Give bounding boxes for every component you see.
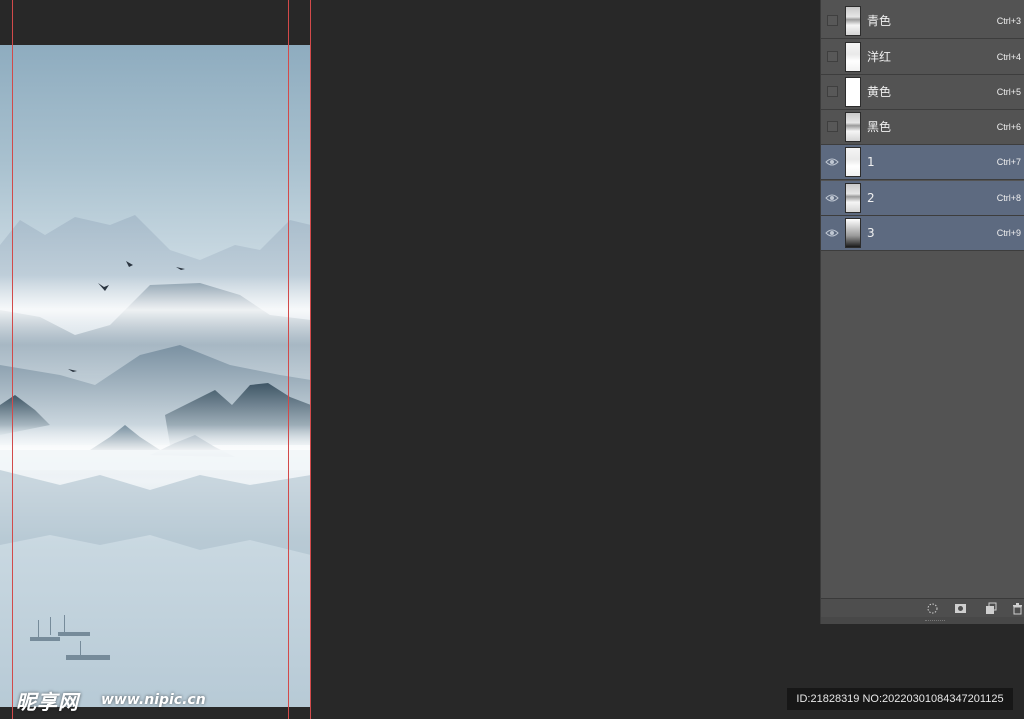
channel-shortcut: Ctrl+7 bbox=[996, 157, 1021, 167]
channel-shortcut: Ctrl+6 bbox=[996, 122, 1021, 132]
channel-row[interactable]: 黑色 Ctrl+6 bbox=[821, 110, 1024, 145]
channel-name: 2 bbox=[867, 191, 875, 205]
landscape-artwork bbox=[0, 215, 311, 660]
visibility-toggle[interactable] bbox=[827, 86, 838, 97]
channel-name: 3 bbox=[867, 226, 875, 240]
new-channel-icon[interactable] bbox=[984, 602, 997, 615]
channel-thumbnail bbox=[845, 183, 861, 213]
eye-icon[interactable] bbox=[825, 191, 839, 205]
channel-name: 洋红 bbox=[867, 50, 892, 64]
save-selection-icon[interactable] bbox=[954, 602, 967, 615]
channel-thumbnail bbox=[845, 147, 861, 177]
visibility-toggle[interactable] bbox=[827, 51, 838, 62]
channel-row[interactable]: 3 Ctrl+9 bbox=[821, 216, 1024, 251]
eye-icon[interactable] bbox=[825, 155, 839, 169]
document-canvas[interactable] bbox=[0, 45, 311, 707]
guide-line-left[interactable] bbox=[12, 0, 13, 719]
channel-thumbnail bbox=[845, 112, 861, 142]
channel-thumbnail bbox=[845, 42, 861, 72]
channel-row[interactable]: 洋红 Ctrl+4 bbox=[821, 40, 1024, 75]
watermark-site: www.nipic.cn bbox=[101, 692, 206, 708]
panel-footer bbox=[821, 598, 1024, 618]
load-selection-icon[interactable] bbox=[926, 602, 939, 615]
channel-row[interactable]: 2 Ctrl+8 bbox=[821, 181, 1024, 216]
panel-resize-grip[interactable] bbox=[821, 617, 1024, 624]
panel-empty-area bbox=[821, 252, 1024, 598]
canvas-edge-line bbox=[310, 0, 311, 719]
workspace: 昵享网 www.nipic.cn ID:21828319 NO:20220301… bbox=[0, 0, 1024, 719]
channel-thumbnail bbox=[845, 218, 861, 248]
channel-row[interactable]: 1 Ctrl+7 bbox=[821, 145, 1024, 180]
channel-name: 青色 bbox=[867, 14, 892, 28]
channel-row[interactable]: 黄色 Ctrl+5 bbox=[821, 75, 1024, 110]
channel-shortcut: Ctrl+4 bbox=[996, 52, 1021, 62]
guide-line-right[interactable] bbox=[288, 0, 289, 719]
channels-panel: 青色 Ctrl+3 洋红 Ctrl+4 黄色 Ctrl+5 黑色 Ctrl+6 1 Ctrl+7 2… bbox=[820, 0, 1024, 624]
channel-shortcut: Ctrl+3 bbox=[996, 16, 1021, 26]
visibility-toggle[interactable] bbox=[827, 15, 838, 26]
channel-name: 黑色 bbox=[867, 120, 892, 134]
channel-name: 1 bbox=[867, 155, 875, 169]
watermark-id: ID:21828319 NO:20220301084347201125 bbox=[787, 688, 1013, 710]
channel-thumbnail bbox=[845, 6, 861, 36]
channel-shortcut: Ctrl+8 bbox=[996, 193, 1021, 203]
channel-row[interactable]: 青色 Ctrl+3 bbox=[821, 4, 1024, 39]
channel-shortcut: Ctrl+5 bbox=[996, 87, 1021, 97]
delete-channel-icon[interactable] bbox=[1011, 602, 1024, 615]
channel-name: 黄色 bbox=[867, 85, 892, 99]
channel-thumbnail bbox=[845, 77, 861, 107]
visibility-toggle[interactable] bbox=[827, 121, 838, 132]
eye-icon[interactable] bbox=[825, 226, 839, 240]
channel-shortcut: Ctrl+9 bbox=[996, 228, 1021, 238]
watermark-logo: 昵享网 bbox=[16, 690, 79, 714]
